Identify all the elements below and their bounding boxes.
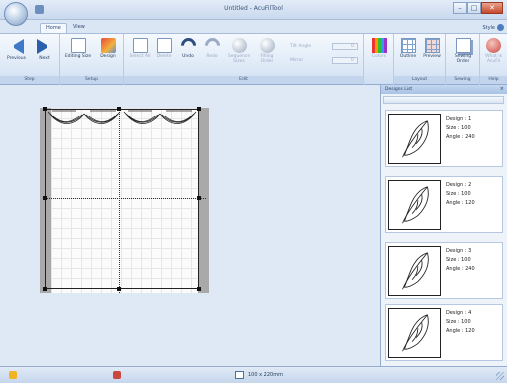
design-button[interactable]: Design — [94, 36, 122, 74]
maximize-button[interactable]: □ — [467, 2, 481, 14]
delete-icon — [156, 38, 172, 53]
colors-icon — [371, 38, 387, 53]
title-bar: Untitled - AcuFilTool – □ ✕ — [0, 0, 507, 26]
design-workspace[interactable] — [0, 85, 380, 366]
undo-icon — [177, 34, 199, 57]
app-menu-button[interactable] — [4, 2, 28, 26]
undo-button[interactable]: Undo — [177, 34, 199, 74]
design-info: Design : 4 Size : 100 Angle : 120 — [446, 310, 475, 334]
selection-frame[interactable] — [45, 109, 199, 289]
group-label-step: Step — [0, 76, 59, 84]
group-label-edit: Edit — [124, 76, 363, 84]
panel-toolbar — [383, 96, 504, 104]
redo-icon — [201, 34, 223, 57]
design-card[interactable]: Design : 4 Size : 100 Angle : 120 — [385, 304, 503, 361]
minimize-button[interactable]: – — [453, 2, 467, 14]
colors-button[interactable]: Colors — [367, 36, 391, 74]
delete-button[interactable]: Delete — [154, 36, 174, 74]
feather-design-thumbnail — [388, 180, 441, 230]
tilt-angle-input[interactable]: 0 — [332, 43, 358, 50]
editing-size-button[interactable]: Editing Size — [64, 36, 92, 74]
outline-button[interactable]: Outline — [397, 36, 419, 74]
design-card[interactable]: Design : 1 Size : 100 Angle : 240 — [385, 110, 503, 167]
design-icon — [100, 38, 116, 53]
ribbon-group-setup: Editing Size Design Setup — [60, 34, 124, 85]
ribbon-tabs: Home View Style — [0, 20, 507, 33]
resize-handle-l[interactable] — [43, 196, 47, 200]
redo-button[interactable]: Redo — [201, 34, 223, 74]
tab-home[interactable]: Home — [40, 23, 67, 33]
close-button[interactable]: ✕ — [481, 2, 503, 14]
hoop-canvas[interactable] — [40, 107, 209, 293]
design-info: Design : 1 Size : 100 Angle : 240 — [446, 116, 475, 140]
resize-handle-br[interactable] — [197, 287, 201, 291]
sequence-sizes-button[interactable]: Sequence Sizes — [226, 36, 252, 74]
filling-order-button[interactable]: Filling Order — [254, 36, 280, 74]
resize-handle-bl[interactable] — [43, 287, 47, 291]
design-card[interactable]: Design : 2 Size : 100 Angle : 120 — [385, 176, 503, 233]
ribbon-group-edit: Select All Delete Undo Redo Sequence Siz… — [124, 34, 364, 85]
resize-handle-tl[interactable] — [43, 107, 47, 111]
sewing-order-button[interactable]: Sewing Order — [449, 36, 477, 74]
resize-grip[interactable] — [496, 372, 504, 380]
feather-design-thumbnail — [388, 246, 441, 296]
group-label-setup: Setup — [60, 76, 123, 84]
group-label-help: Help — [480, 76, 507, 84]
sewing-order-icon — [455, 38, 471, 53]
ribbon-group-colors: Colors — [364, 34, 394, 85]
hint-icon[interactable] — [9, 371, 17, 379]
resize-handle-r[interactable] — [197, 196, 201, 200]
hoop-size-icon — [70, 38, 86, 53]
select-all-icon — [132, 38, 148, 53]
resize-handle-t[interactable] — [117, 107, 121, 111]
ribbon-group-step: Previous Next Step — [0, 34, 60, 85]
filling-order-icon — [259, 38, 275, 53]
panel-close-icon[interactable]: × — [500, 86, 504, 92]
tab-view[interactable]: View — [68, 23, 90, 33]
ribbon-group-help: What is AcuFil Help — [480, 34, 507, 85]
mirror-label: Mirror — [290, 58, 304, 63]
panel-title: Designs List — [381, 85, 507, 94]
design-info: Design : 3 Size : 100 Angle : 240 — [446, 248, 475, 272]
select-all-button[interactable]: Select All — [128, 36, 152, 74]
style-menu[interactable]: Style — [482, 25, 495, 31]
arrow-right-icon — [37, 39, 52, 54]
group-label-sewing: Sewing — [446, 76, 479, 84]
color-icon[interactable] — [113, 371, 121, 379]
help-icon[interactable] — [497, 24, 504, 31]
next-button[interactable]: Next — [32, 36, 57, 74]
outline-icon — [400, 38, 416, 53]
preview-icon — [424, 38, 440, 53]
arrow-left-icon — [9, 39, 24, 54]
status-bar: 100 x 220mm — [0, 366, 507, 383]
hoop-dimensions: 100 x 220mm — [235, 370, 283, 380]
ribbon-group-layout: Outline Preview Layout — [394, 34, 446, 85]
group-label-layout: Layout — [394, 76, 445, 84]
sequence-icon — [231, 38, 247, 53]
feather-design-thumbnail — [388, 114, 441, 164]
resize-handle-b[interactable] — [117, 287, 121, 291]
resize-handle-tr[interactable] — [197, 107, 201, 111]
feather-design-thumbnail — [388, 308, 441, 358]
window-title: Untitled - AcuFilTool — [224, 5, 283, 12]
design-info: Design : 2 Size : 100 Angle : 120 — [446, 182, 475, 206]
designs-list-panel: Designs List × Design : 1 Size : 100 Ang… — [380, 85, 507, 366]
previous-button[interactable]: Previous — [4, 36, 29, 74]
what-is-acufil-button[interactable]: What is AcuFil — [481, 36, 506, 74]
preview-button[interactable]: Preview — [421, 36, 443, 74]
ribbon-group-sewing: Sewing Order Sewing — [446, 34, 480, 85]
mirror-input[interactable]: 0 — [332, 57, 358, 64]
help-book-icon — [486, 38, 501, 53]
tilt-angle-label: Tilt Angle — [290, 44, 312, 49]
quilt-border-design — [47, 110, 197, 124]
hoop-icon — [235, 371, 244, 379]
ribbon: Previous Next Step Editing Size Design S… — [0, 33, 507, 85]
design-card[interactable]: Design : 3 Size : 100 Angle : 240 — [385, 242, 503, 299]
window-controls: – □ ✕ — [453, 2, 503, 14]
